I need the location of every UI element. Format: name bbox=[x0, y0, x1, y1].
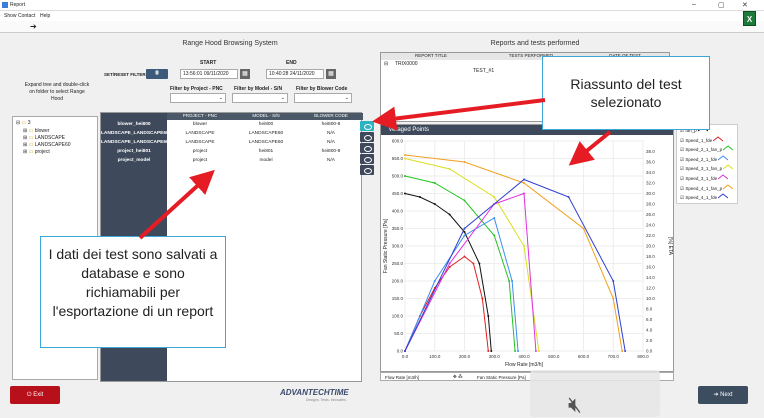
next-button[interactable]: ➔ Next bbox=[698, 386, 748, 404]
power-icon: ⏻ bbox=[26, 392, 32, 398]
cursor-overlay: 🔇︎ bbox=[530, 370, 660, 417]
arrow-to-eye bbox=[372, 98, 546, 131]
exit-button[interactable]: ⏻ Exit bbox=[10, 386, 60, 404]
advantechtime-logo: ADVANTECHTIME bbox=[280, 388, 349, 397]
annotation-arrows bbox=[138, 98, 612, 240]
mute-sound-icon: 🔇︎ bbox=[568, 392, 582, 417]
arrow-right-icon: ➔ bbox=[713, 392, 719, 398]
arrow-to-chart bbox=[568, 130, 612, 166]
arrow-to-table bbox=[138, 169, 215, 240]
logo-tagline: Designs. Tests. Innovates. bbox=[306, 398, 347, 402]
